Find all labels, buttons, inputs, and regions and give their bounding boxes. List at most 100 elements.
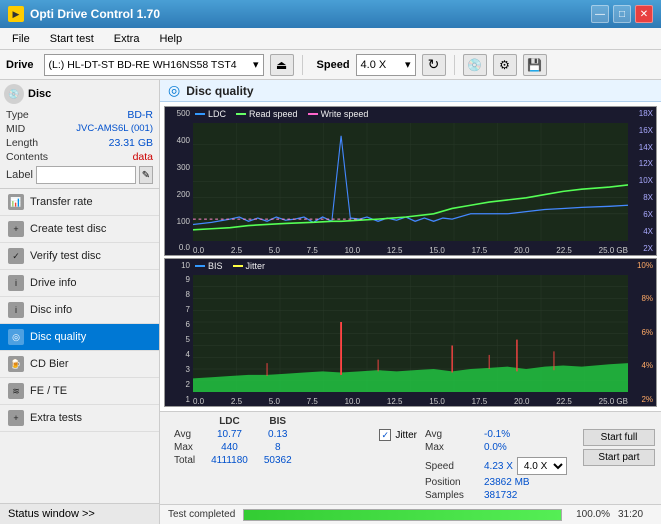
nav-verify-test-disc-label: Verify test disc — [30, 250, 101, 262]
length-key: Length — [6, 137, 38, 149]
max-ldc: 440 — [203, 441, 256, 454]
jitter-label: Jitter — [395, 430, 417, 441]
menu-file[interactable]: File — [4, 31, 38, 47]
total-bis: 50362 — [256, 454, 300, 467]
disc-section: 💿 Disc Type BD-R MID JVC-AMS6L (001) Len… — [0, 80, 159, 189]
disc-quality-header: ◎ Disc quality — [160, 80, 661, 102]
col-bis: BIS — [256, 415, 300, 428]
col-ldc: LDC — [203, 415, 256, 428]
main-layout: 💿 Disc Type BD-R MID JVC-AMS6L (001) Len… — [0, 80, 661, 524]
jitter-avg-val: -0.1% — [484, 429, 510, 440]
settings-button[interactable]: ⚙ — [493, 54, 517, 76]
window-controls: — □ ✕ — [591, 5, 653, 23]
total-ldc: 4111180 — [203, 454, 256, 467]
progress-percent: 100.0% — [570, 509, 610, 520]
label-edit-button[interactable]: ✎ — [139, 166, 153, 184]
ldc-x-axis: 0.0 2.5 5.0 7.5 10.0 12.5 15.0 17.5 20.0… — [193, 241, 628, 255]
disc-button[interactable]: 💿 — [463, 54, 487, 76]
avg-ldc: 10.77 — [203, 428, 256, 441]
type-val: BD-R — [127, 109, 153, 121]
ldc-chart-legend: LDC Read speed Write speed — [195, 109, 368, 119]
jitter-checkbox[interactable]: ✓ — [379, 429, 391, 441]
jitter-section: ✓ Jitter — [379, 415, 417, 441]
nav-create-test-disc-label: Create test disc — [30, 223, 106, 235]
disc-section-label: Disc — [28, 88, 51, 100]
start-full-button[interactable]: Start full — [583, 429, 655, 446]
speed-dropdown-arrow: ▾ — [405, 58, 411, 71]
jitter-avg-label: Avg — [425, 429, 480, 440]
disc-info-icon: i — [8, 302, 24, 318]
title-bar: ▶ Opti Drive Control 1.70 — □ ✕ — [0, 0, 661, 28]
menu-bar: File Start test Extra Help — [0, 28, 661, 50]
disc-quality-header-icon: ◎ — [168, 82, 180, 99]
bis-x-axis: 0.0 2.5 5.0 7.5 10.0 12.5 15.0 17.5 20.0… — [193, 392, 628, 406]
stats-table: LDC BIS Avg 10.77 0.13 Max 440 8 — [166, 415, 300, 467]
minimize-button[interactable]: — — [591, 5, 609, 23]
avg-bis: 0.13 — [256, 428, 300, 441]
contents-val: data — [133, 151, 153, 163]
nav-drive-info[interactable]: i Drive info — [0, 270, 159, 297]
speed-label: Speed — [317, 59, 350, 71]
speed-selector[interactable]: 4.0 X ▾ — [356, 54, 416, 76]
drive-selector[interactable]: (L:) HL-DT-ST BD-RE WH16NS58 TST4 ▾ — [44, 54, 264, 76]
cd-bier-icon: 🍺 — [8, 356, 24, 372]
nav-cd-bier[interactable]: 🍺 CD Bier — [0, 351, 159, 378]
label-input[interactable] — [36, 166, 136, 184]
nav-transfer-rate[interactable]: 📊 Transfer rate — [0, 189, 159, 216]
length-val: 23.31 GB — [109, 137, 153, 149]
action-buttons-section: Start full Start part — [583, 415, 655, 466]
ldc-chart-grid — [193, 123, 628, 241]
disc-quality-title: Disc quality — [186, 84, 253, 98]
app-icon: ▶ — [8, 6, 24, 22]
transfer-rate-icon: 📊 — [8, 194, 24, 210]
menu-extra[interactable]: Extra — [106, 31, 148, 47]
bis-chart-legend: BIS Jitter — [195, 261, 265, 271]
nav-disc-quality-label: Disc quality — [30, 331, 86, 343]
nav-extra-tests[interactable]: + Extra tests — [0, 405, 159, 432]
mid-key: MID — [6, 123, 25, 135]
create-test-disc-icon: + — [8, 221, 24, 237]
progress-label: Test completed — [168, 509, 235, 520]
nav-disc-quality[interactable]: ◎ Disc quality — [0, 324, 159, 351]
disc-icon: 💿 — [4, 84, 24, 104]
menu-help[interactable]: Help — [151, 31, 190, 47]
progress-section: Test completed 100.0% 31:20 — [160, 504, 661, 524]
nav-create-test-disc[interactable]: + Create test disc — [0, 216, 159, 243]
nav-transfer-rate-label: Transfer rate — [30, 196, 93, 208]
maximize-button[interactable]: □ — [613, 5, 631, 23]
contents-key: Contents — [6, 151, 48, 163]
toolbar: Drive (L:) HL-DT-ST BD-RE WH16NS58 TST4 … — [0, 50, 661, 80]
eject-button[interactable]: ⏏ — [270, 54, 294, 76]
nav-fe-te[interactable]: ≋ FE / TE — [0, 378, 159, 405]
jitter-max-label: Max — [425, 442, 480, 453]
bis-chart-grid — [193, 275, 628, 393]
nav-verify-test-disc[interactable]: ✓ Verify test disc — [0, 243, 159, 270]
save-button[interactable]: 💾 — [523, 54, 547, 76]
ldc-y-axis-left: 500 400 300 200 100 0.0 — [165, 107, 193, 255]
nav-disc-info[interactable]: i Disc info — [0, 297, 159, 324]
separator-2 — [454, 55, 455, 75]
progress-time: 31:20 — [618, 509, 653, 520]
drive-dropdown-arrow: ▾ — [253, 58, 259, 71]
speed-position-section: Avg -0.1% Max 0.0% Speed 4.23 X 4.0 X — [425, 415, 575, 501]
extra-tests-icon: + — [8, 410, 24, 426]
speed-value: 4.0 X — [361, 59, 405, 71]
bis-chart: 10 9 8 7 6 5 4 3 2 1 10% 8% 6% 4% 2% — [164, 258, 657, 408]
bis-chart-svg — [193, 275, 628, 393]
drive-value: (L:) HL-DT-ST BD-RE WH16NS58 TST4 — [49, 59, 253, 71]
close-button[interactable]: ✕ — [635, 5, 653, 23]
nav-cd-bier-label: CD Bier — [30, 358, 69, 370]
menu-start-test[interactable]: Start test — [42, 31, 102, 47]
nav-extra-tests-label: Extra tests — [30, 412, 82, 424]
app-title: Opti Drive Control 1.70 — [30, 7, 160, 21]
bottom-stats-area: LDC BIS Avg 10.77 0.13 Max 440 8 — [160, 411, 661, 524]
speed-select[interactable]: 4.0 X — [517, 457, 567, 475]
refresh-button[interactable]: ↻ — [422, 54, 446, 76]
max-bis: 8 — [256, 441, 300, 454]
ldc-chart-svg — [193, 123, 628, 241]
position-val: 23862 MB — [484, 477, 530, 488]
start-part-button[interactable]: Start part — [583, 449, 655, 466]
sidebar: 💿 Disc Type BD-R MID JVC-AMS6L (001) Len… — [0, 80, 160, 524]
status-window-button[interactable]: Status window >> — [0, 503, 159, 524]
disc-quality-icon: ◎ — [8, 329, 24, 345]
